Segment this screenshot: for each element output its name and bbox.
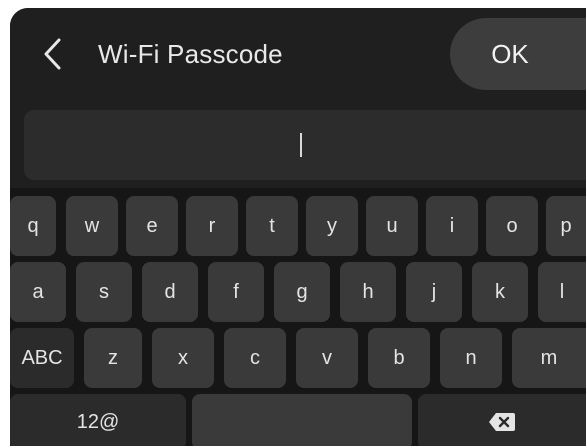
key-h[interactable]: h (340, 262, 396, 322)
key-j[interactable]: j (406, 262, 462, 322)
backspace-icon (489, 413, 515, 431)
key-a[interactable]: a (10, 262, 66, 322)
key-c[interactable]: c (224, 328, 286, 388)
key-w-label: w (84, 214, 100, 237)
ok-button[interactable]: OK (450, 18, 586, 90)
key-v-label: v (322, 346, 332, 369)
space-key[interactable] (192, 394, 412, 446)
key-e[interactable]: e (126, 196, 178, 256)
key-x-label: x (178, 346, 188, 369)
key-o-label: o (506, 214, 518, 237)
key-a-label: a (32, 280, 44, 303)
header: Wi-Fi Passcode OK (10, 8, 586, 100)
key-w[interactable]: w (66, 196, 118, 256)
key-q[interactable]: q (10, 196, 56, 256)
key-f-label: f (233, 280, 239, 303)
key-v[interactable]: v (296, 328, 358, 388)
key-r-label: r (208, 214, 216, 237)
symbols-key-label: 12@ (76, 410, 120, 433)
key-e-label: e (146, 214, 158, 237)
key-f[interactable]: f (208, 262, 264, 322)
key-s[interactable]: s (76, 262, 132, 322)
abc-mode-label: ABC (21, 346, 63, 369)
key-r[interactable]: r (186, 196, 238, 256)
text-cursor (300, 133, 302, 157)
key-y-label: y (327, 214, 337, 237)
key-t-label: t (269, 214, 275, 237)
key-g[interactable]: g (274, 262, 330, 322)
key-i-label: i (449, 214, 455, 237)
key-p[interactable]: p (546, 196, 586, 256)
backspace-key[interactable] (418, 394, 586, 446)
key-c-label: c (250, 346, 260, 369)
key-h-label: h (362, 280, 374, 303)
wifi-passcode-screen: Wi-Fi Passcode OK q w e r t y u i o p a … (10, 8, 586, 446)
key-l-label: l (559, 280, 565, 303)
key-m-label: m (540, 346, 558, 369)
chevron-left-icon (44, 38, 61, 70)
key-t[interactable]: t (246, 196, 298, 256)
key-d[interactable]: d (142, 262, 198, 322)
passcode-input[interactable] (24, 110, 586, 180)
input-area (10, 100, 586, 188)
key-g-label: g (296, 280, 308, 303)
key-y[interactable]: y (306, 196, 358, 256)
key-n[interactable]: n (440, 328, 502, 388)
key-k-label: k (495, 280, 505, 303)
key-m[interactable]: m (512, 328, 586, 388)
abc-mode-key[interactable]: ABC (10, 328, 74, 388)
key-b[interactable]: b (368, 328, 430, 388)
key-x[interactable]: x (152, 328, 214, 388)
key-o[interactable]: o (486, 196, 538, 256)
key-i[interactable]: i (426, 196, 478, 256)
key-d-label: d (164, 280, 176, 303)
key-u[interactable]: u (366, 196, 418, 256)
key-z[interactable]: z (84, 328, 142, 388)
key-b-label: b (393, 346, 405, 369)
key-z-label: z (108, 346, 118, 369)
key-q-label: q (27, 214, 39, 237)
key-u-label: u (386, 214, 398, 237)
key-k[interactable]: k (472, 262, 528, 322)
back-button[interactable] (36, 34, 70, 74)
key-p-label: p (560, 214, 572, 237)
keyboard: q w e r t y u i o p a s d f g h j k l AB… (10, 188, 586, 446)
key-l[interactable]: l (538, 262, 586, 322)
key-j-label: j (431, 280, 437, 303)
page-title: Wi-Fi Passcode (98, 39, 283, 69)
symbols-key[interactable]: 12@ (10, 394, 186, 446)
key-n-label: n (465, 346, 477, 369)
key-s-label: s (99, 280, 109, 303)
